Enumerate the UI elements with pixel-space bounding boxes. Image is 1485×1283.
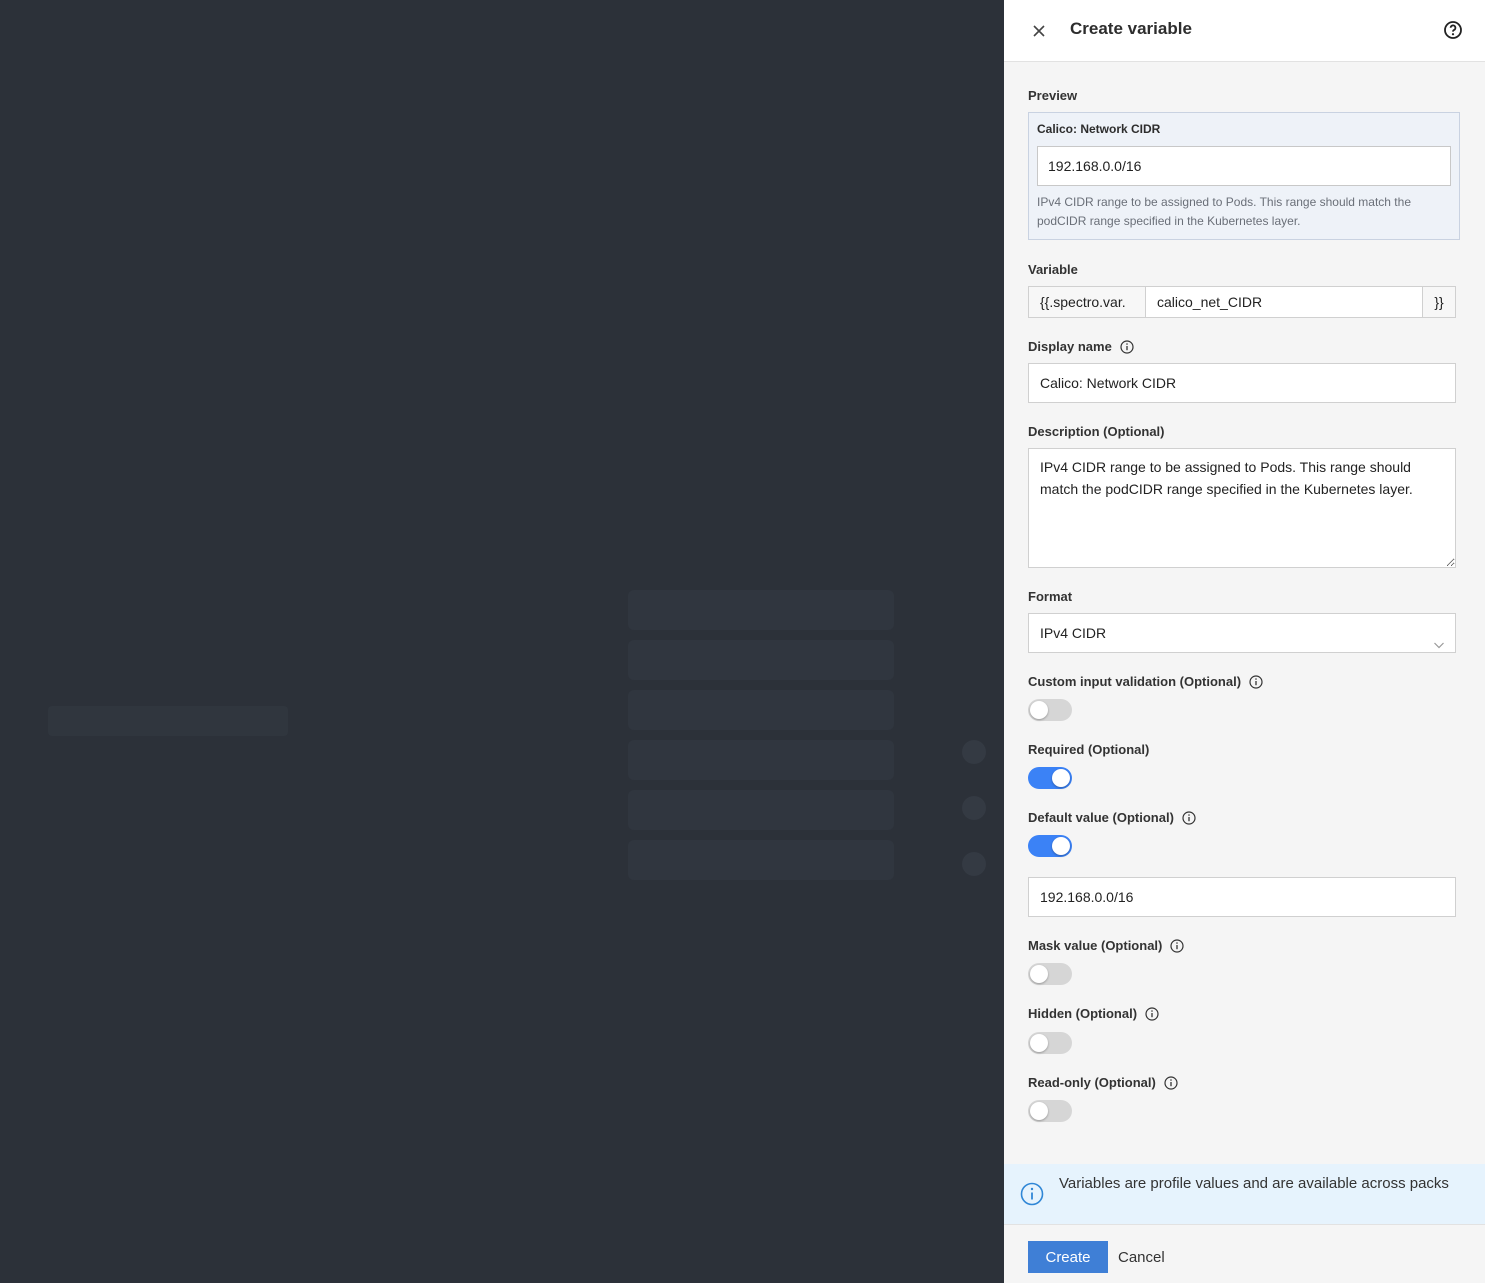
background-bar — [48, 706, 288, 736]
background-dot — [962, 740, 986, 764]
help-icon[interactable] — [1443, 20, 1463, 40]
preview-help-text: IPv4 CIDR range to be assigned to Pods. … — [1037, 195, 1411, 228]
info-icon[interactable] — [1120, 339, 1134, 354]
close-icon[interactable] — [1028, 20, 1050, 42]
hidden-label-text: Hidden (Optional) — [1028, 1006, 1138, 1021]
mask-value-label: Mask value (Optional) — [1028, 938, 1184, 953]
preview-input[interactable] — [1037, 146, 1451, 186]
description-label: Description (Optional) — [1028, 424, 1165, 439]
info-banner: Variables are profile values and are ava… — [1004, 1164, 1485, 1224]
description-textarea[interactable]: IPv4 CIDR range to be assigned to Pods. … — [1028, 448, 1456, 568]
background-dot — [962, 852, 986, 876]
required-label: Required (Optional) — [1028, 742, 1150, 757]
variable-label: Variable — [1028, 262, 1078, 277]
info-icon[interactable] — [1182, 810, 1196, 825]
mask-value-label-text: Mask value (Optional) — [1028, 938, 1163, 953]
variable-prefix: {{.spectro.var. — [1029, 287, 1146, 317]
info-circle-icon — [1020, 1182, 1044, 1206]
info-icon[interactable] — [1170, 938, 1184, 953]
read-only-label-text: Read-only (Optional) — [1028, 1075, 1156, 1090]
info-icon[interactable] — [1145, 1006, 1159, 1021]
create-variable-drawer: Create variable Preview Calico: Network … — [1004, 0, 1485, 1283]
custom-validation-label-text: Custom input validation (Optional) — [1028, 674, 1242, 689]
variable-name-input[interactable] — [1146, 287, 1422, 317]
background-dot — [962, 796, 986, 820]
default-value-toggle[interactable] — [1028, 835, 1072, 857]
variable-suffix: }} — [1422, 287, 1455, 317]
hidden-label: Hidden (Optional) — [1028, 1006, 1159, 1021]
default-value-label: Default value (Optional) — [1028, 810, 1196, 825]
format-select[interactable]: IPv4 CIDR — [1028, 613, 1456, 653]
preview-section-label: Preview — [1028, 88, 1078, 103]
display-name-label-text: Display name — [1028, 339, 1112, 354]
default-value-input[interactable] — [1028, 877, 1456, 917]
read-only-label: Read-only (Optional) — [1028, 1075, 1178, 1090]
mask-value-toggle[interactable] — [1028, 963, 1072, 985]
drawer-header: Create variable — [1004, 0, 1485, 62]
variable-input-group: {{.spectro.var. }} — [1028, 286, 1456, 318]
create-button[interactable]: Create — [1028, 1241, 1108, 1273]
info-icon[interactable] — [1164, 1075, 1178, 1090]
hidden-toggle[interactable] — [1028, 1032, 1072, 1054]
drawer-footer: Create Cancel — [1004, 1224, 1485, 1283]
read-only-toggle[interactable] — [1028, 1100, 1072, 1122]
display-name-input[interactable] — [1028, 363, 1456, 403]
info-icon[interactable] — [1249, 674, 1263, 689]
background-layer-stack — [628, 590, 894, 885]
required-toggle[interactable] — [1028, 767, 1072, 789]
default-value-label-text: Default value (Optional) — [1028, 810, 1174, 825]
drawer-title: Create variable — [1070, 19, 1192, 38]
preview-field-label: Calico: Network CIDR — [1037, 122, 1161, 136]
background-overlay — [0, 0, 1004, 1283]
cancel-button[interactable]: Cancel — [1110, 1241, 1173, 1273]
custom-validation-toggle[interactable] — [1028, 699, 1072, 721]
format-label: Format — [1028, 589, 1073, 604]
chevron-down-icon — [1433, 627, 1445, 649]
preview-box: Calico: Network CIDR IPv4 CIDR range to … — [1028, 112, 1460, 240]
format-selected-value: IPv4 CIDR — [1040, 625, 1107, 641]
custom-validation-label: Custom input validation (Optional) — [1028, 674, 1263, 689]
display-name-label: Display name — [1028, 339, 1134, 354]
info-banner-text: Variables are profile values and are ava… — [1059, 1175, 1449, 1192]
